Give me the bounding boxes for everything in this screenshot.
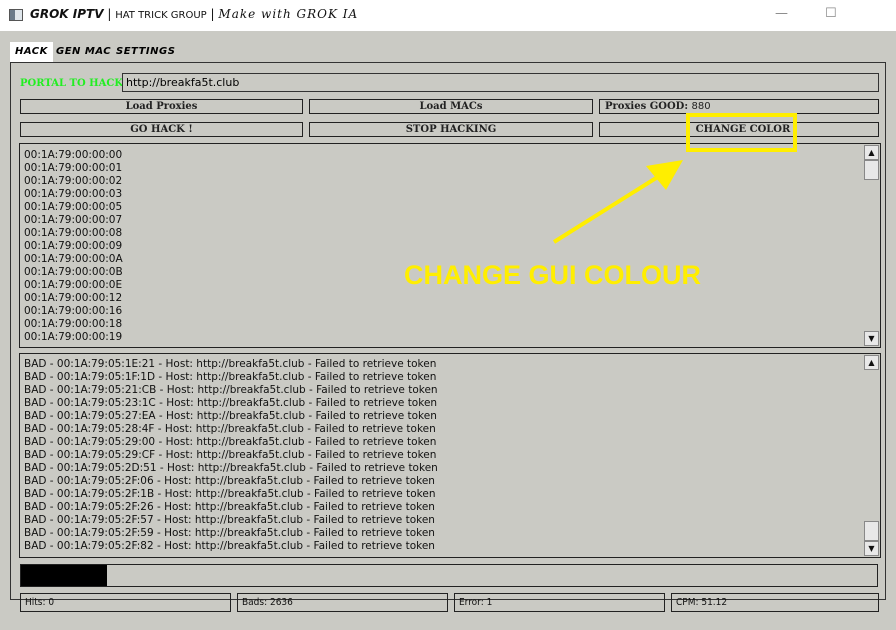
scroll-thumb[interactable] xyxy=(864,521,879,541)
log-list-item[interactable]: BAD - 00:1A:79:05:2F:26 - Host: http://b… xyxy=(24,501,876,514)
annotation-arrow-icon xyxy=(552,160,683,244)
log-list-item[interactable]: BAD - 00:1A:79:05:23:1C - Host: http://b… xyxy=(24,397,876,410)
hits-status: Hits: 0 xyxy=(20,593,231,612)
bads-status: Bads: 2636 xyxy=(237,593,448,612)
mac-list-item[interactable]: 00:1A:79:00:00:12 xyxy=(24,292,876,305)
proxies-good-label: Proxies GOOD: xyxy=(605,101,689,112)
mac-list-scrollbar[interactable]: ▲ ▼ xyxy=(864,145,879,346)
scroll-up-icon[interactable]: ▲ xyxy=(864,145,879,160)
mac-list-item[interactable]: 00:1A:79:00:00:01 xyxy=(24,162,876,175)
log-list-item[interactable]: BAD - 00:1A:79:05:2F:57 - Host: http://b… xyxy=(24,514,876,527)
scroll-thumb[interactable] xyxy=(864,160,879,180)
cpm-status: CPM: 51.12 xyxy=(671,593,879,612)
scroll-up-icon[interactable]: ▲ xyxy=(864,355,879,370)
proxies-good-status: Proxies GOOD: 880 xyxy=(599,99,879,114)
mac-list-item[interactable]: 00:1A:79:00:00:07 xyxy=(24,214,876,227)
log-list-item[interactable]: BAD - 00:1A:79:05:1F:1D - Host: http://b… xyxy=(24,371,876,384)
tab-gen-mac[interactable]: GEN MAC xyxy=(51,42,116,62)
log-list[interactable]: BAD - 00:1A:79:05:1E:21 - Host: http://b… xyxy=(19,353,881,558)
title-main: GROK IPTV xyxy=(30,7,104,21)
load-proxies-button[interactable]: Load Proxies xyxy=(20,99,303,114)
error-status: Error: 1 xyxy=(454,593,665,612)
log-list-item[interactable]: BAD - 00:1A:79:05:2F:59 - Host: http://b… xyxy=(24,527,876,540)
log-list-item[interactable]: BAD - 00:1A:79:05:2D:51 - Host: http://b… xyxy=(24,462,876,475)
title-bar: GROK IPTV | HAT TRICK GROUP | Make with … xyxy=(0,0,896,31)
annotation-text: CHANGE GUI COLOUR xyxy=(404,260,701,290)
app-icon xyxy=(9,9,23,21)
load-macs-button[interactable]: Load MACs xyxy=(309,99,593,114)
log-list-item[interactable]: BAD - 00:1A:79:05:27:EA - Host: http://b… xyxy=(24,410,876,423)
title-group: HAT TRICK GROUP xyxy=(115,10,207,21)
title-sep: | xyxy=(210,7,215,21)
title-sep: | xyxy=(107,7,112,21)
mac-list[interactable]: 00:1A:79:00:00:00 00:1A:79:00:00:01 00:1A:… xyxy=(19,143,881,348)
window-title: GROK IPTV | HAT TRICK GROUP | Make with … xyxy=(30,7,358,21)
annotation-highlight-box xyxy=(686,113,797,152)
log-list-item[interactable]: BAD - 00:1A:79:05:21:CB - Host: http://b… xyxy=(24,384,876,397)
mac-list-item[interactable]: 00:1A:79:00:00:19 xyxy=(24,331,876,344)
log-list-item[interactable]: BAD - 00:1A:79:05:2F:06 - Host: http://b… xyxy=(24,475,876,488)
portal-input[interactable] xyxy=(122,73,879,92)
log-list-item[interactable]: BAD - 00:1A:79:05:29:CF - Host: http://b… xyxy=(24,449,876,462)
minimize-button[interactable]: — xyxy=(775,6,788,21)
maximize-button[interactable]: ☐ xyxy=(825,6,837,21)
log-list-scrollbar[interactable]: ▲ ▼ xyxy=(864,355,879,556)
mac-list-item[interactable]: 00:1A:79:00:00:09 xyxy=(24,240,876,253)
progress-bar xyxy=(20,564,878,587)
mac-list-item[interactable]: 00:1A:79:00:00:05 xyxy=(24,201,876,214)
mac-list-item[interactable]: 00:1A:79:00:00:02 xyxy=(24,175,876,188)
scroll-down-icon[interactable]: ▼ xyxy=(864,541,879,556)
title-tag: Make with GROK IA xyxy=(218,7,359,21)
tab-hack[interactable]: HACK xyxy=(10,42,53,62)
mac-list-item[interactable]: 00:1A:79:00:00:16 xyxy=(24,305,876,318)
scroll-down-icon[interactable]: ▼ xyxy=(864,331,879,346)
proxies-good-value: 880 xyxy=(691,101,711,112)
log-list-item[interactable]: BAD - 00:1A:79:05:28:4F - Host: http://b… xyxy=(24,423,876,436)
mac-list-item[interactable]: 00:1A:79:00:00:08 xyxy=(24,227,876,240)
log-list-item[interactable]: BAD - 00:1A:79:05:2F:82 - Host: http://b… xyxy=(24,540,876,553)
go-hack-button[interactable]: GO HACK ! xyxy=(20,122,303,137)
log-list-item[interactable]: BAD - 00:1A:79:05:2F:1B - Host: http://b… xyxy=(24,488,876,501)
log-list-item[interactable]: BAD - 00:1A:79:05:1E:21 - Host: http://b… xyxy=(24,358,876,371)
progress-fill xyxy=(21,565,107,586)
stop-hacking-button[interactable]: STOP HACKING xyxy=(309,122,593,137)
mac-list-item[interactable]: 00:1A:79:00:00:18 xyxy=(24,318,876,331)
mac-list-item[interactable]: 00:1A:79:00:00:03 xyxy=(24,188,876,201)
tab-settings[interactable]: SETTINGS xyxy=(111,42,180,62)
portal-label: PORTAL TO HACK: xyxy=(20,78,127,89)
log-list-item[interactable]: BAD - 00:1A:79:05:29:00 - Host: http://b… xyxy=(24,436,876,449)
